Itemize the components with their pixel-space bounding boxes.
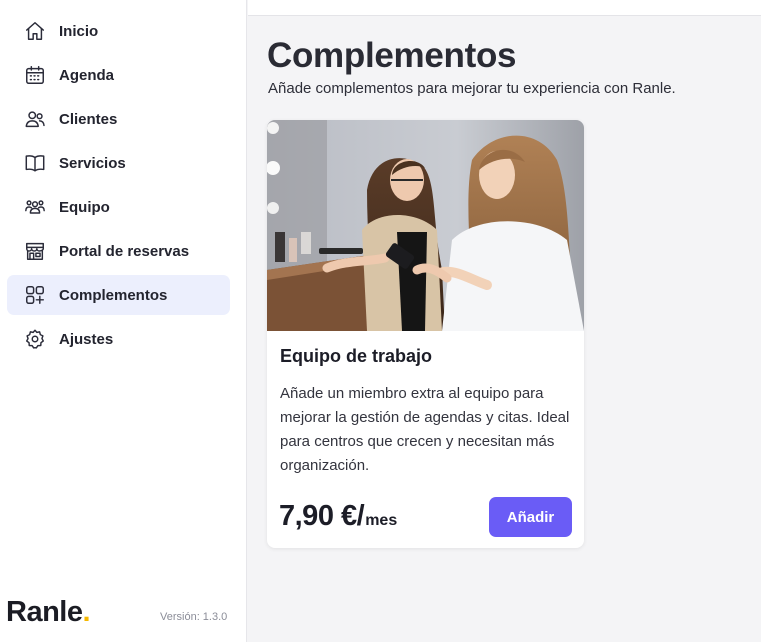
sidebar-item-clientes[interactable]: Clientes bbox=[7, 99, 230, 139]
sidebar-item-label: Servicios bbox=[59, 154, 126, 172]
add-on-title: Equipo de trabajo bbox=[280, 346, 433, 366]
gear-icon bbox=[23, 327, 47, 351]
page-title: Complementos bbox=[267, 36, 517, 75]
price-amount: 7,90 €/ bbox=[279, 500, 365, 532]
calendar-icon bbox=[23, 63, 47, 87]
storefront-icon bbox=[23, 239, 47, 263]
add-on-card: Equipo de trabajo Añade un miembro extra… bbox=[267, 120, 584, 548]
sidebar-item-label: Portal de reservas bbox=[59, 242, 190, 260]
add-button[interactable]: Añadir bbox=[489, 497, 572, 537]
sidebar-item-label: Agenda bbox=[59, 66, 115, 84]
sidebar-item-servicios[interactable]: Servicios bbox=[7, 143, 230, 183]
sidebar-item-label: Ajustes bbox=[59, 330, 114, 348]
sidebar-item-label: Inicio bbox=[59, 22, 99, 40]
sidebar-item-agenda[interactable]: Agenda bbox=[7, 55, 230, 95]
add-on-description: Añade un miembro extra al equipo para me… bbox=[280, 385, 570, 474]
sidebar-item-portal-de-reservas[interactable]: Portal de reservas bbox=[7, 231, 230, 271]
sidebar-nav: Inicio Agenda Clientes Servicios Equipo bbox=[7, 11, 230, 363]
home-icon bbox=[23, 19, 47, 43]
sidebar-item-label: Complementos bbox=[59, 286, 168, 304]
sidebar: Inicio Agenda Clientes Servicios Equipo bbox=[0, 0, 247, 642]
add-on-photo bbox=[267, 120, 584, 331]
sidebar-item-inicio[interactable]: Inicio bbox=[7, 11, 230, 51]
book-icon bbox=[23, 151, 47, 175]
sidebar-item-ajustes[interactable]: Ajustes bbox=[7, 319, 230, 359]
brand-logo: Ranle. bbox=[6, 596, 91, 629]
page-subtitle: Añade complementos para mejorar tu exper… bbox=[268, 80, 676, 97]
sidebar-item-equipo[interactable]: Equipo bbox=[7, 187, 230, 227]
sidebar-item-label: Equipo bbox=[59, 198, 110, 216]
brand-name: Ranle bbox=[6, 596, 83, 628]
brand-dot: . bbox=[82, 596, 91, 628]
version-label: Versión: 1.3.0 bbox=[160, 611, 228, 623]
add-on-price: 7,90 €/ mes bbox=[279, 500, 397, 533]
top-bar bbox=[248, 0, 761, 16]
users-icon bbox=[23, 107, 47, 131]
sidebar-item-label: Clientes bbox=[59, 110, 118, 128]
add-ons-icon bbox=[23, 283, 47, 307]
price-unit: mes bbox=[365, 512, 398, 529]
sidebar-item-complementos[interactable]: Complementos bbox=[7, 275, 230, 315]
team-icon bbox=[23, 195, 47, 219]
